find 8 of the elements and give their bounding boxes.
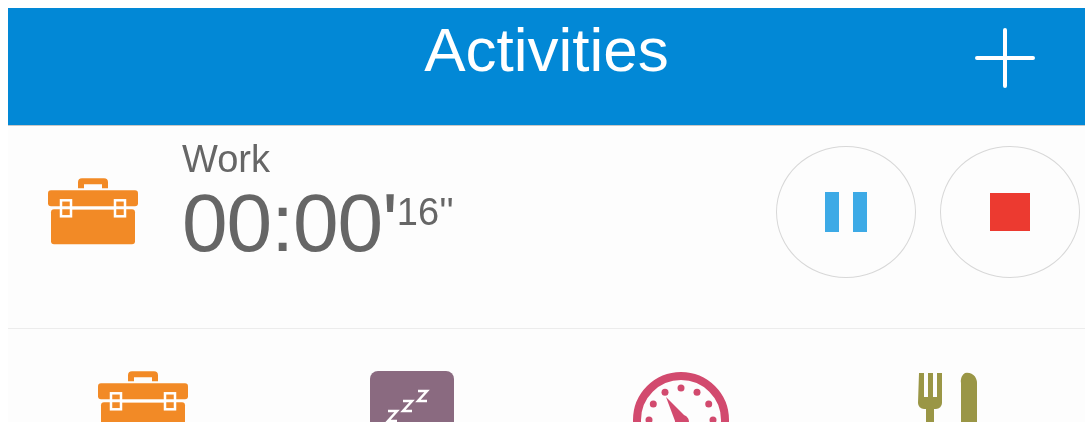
timer-seconds: 16'' (396, 192, 454, 232)
page-title: Activities (424, 14, 669, 86)
stop-icon (990, 193, 1030, 231)
pause-icon (825, 192, 867, 232)
plus-icon (975, 28, 1035, 88)
activity-name: Work (182, 138, 271, 180)
timer-minutes: 00:00' (182, 180, 397, 266)
add-button[interactable] (973, 26, 1037, 90)
